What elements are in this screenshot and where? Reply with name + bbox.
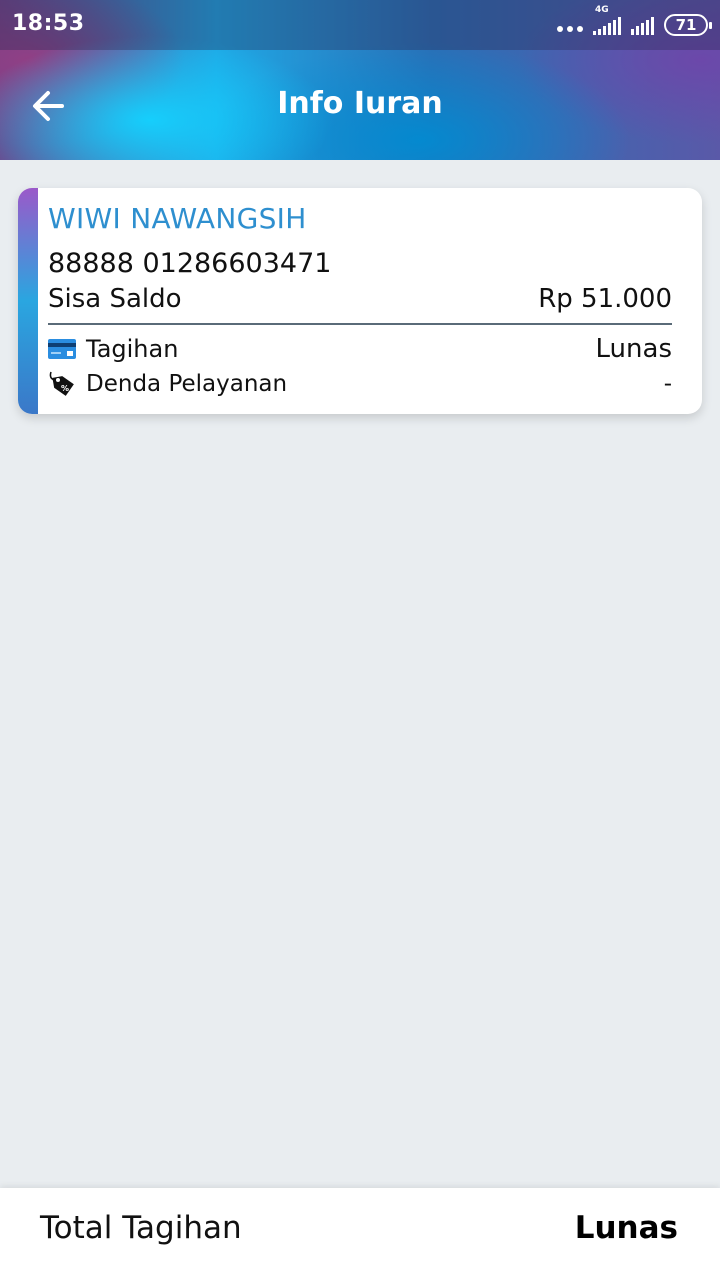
fine-row: % Denda Pelayanan - <box>48 370 672 398</box>
svg-text:%: % <box>61 384 69 393</box>
page-title: Info Iuran <box>277 86 443 121</box>
app-bar: Info Iuran <box>0 50 720 160</box>
balance-row: Sisa Saldo Rp 51.000 <box>48 284 672 314</box>
balance-value: Rp 51.000 <box>538 284 672 314</box>
signal-icon <box>631 15 654 35</box>
total-value: Lunas <box>574 1210 678 1246</box>
fine-label: Denda Pelayanan <box>86 371 288 397</box>
bill-row: Tagihan Lunas <box>48 334 672 364</box>
status-bar: 18:53 4G 71 <box>0 0 720 50</box>
divider <box>48 323 672 325</box>
card-accent-bar <box>18 188 38 414</box>
bill-label: Tagihan <box>86 335 179 363</box>
total-bar: Total Tagihan Lunas <box>0 1188 720 1280</box>
dues-card[interactable]: WIWI NAWANGSIH 88888 01286603471 Sisa Sa… <box>18 188 702 414</box>
balance-label: Sisa Saldo <box>48 284 182 314</box>
fine-value: - <box>663 371 672 397</box>
member-name: WIWI NAWANGSIH <box>48 202 307 235</box>
network-type-label: 4G <box>595 5 609 15</box>
battery-icon: 71 <box>664 14 712 36</box>
total-label: Total Tagihan <box>40 1210 242 1246</box>
status-icons: 4G 71 <box>557 5 712 38</box>
status-time: 18:53 <box>12 11 85 36</box>
account-number: 88888 01286603471 <box>48 248 332 279</box>
credit-card-icon <box>48 339 76 359</box>
more-notifications-icon <box>557 12 583 38</box>
signal-4g-icon: 4G <box>593 5 621 35</box>
discount-tag-icon: % <box>49 371 74 396</box>
bill-value: Lunas <box>595 334 672 364</box>
